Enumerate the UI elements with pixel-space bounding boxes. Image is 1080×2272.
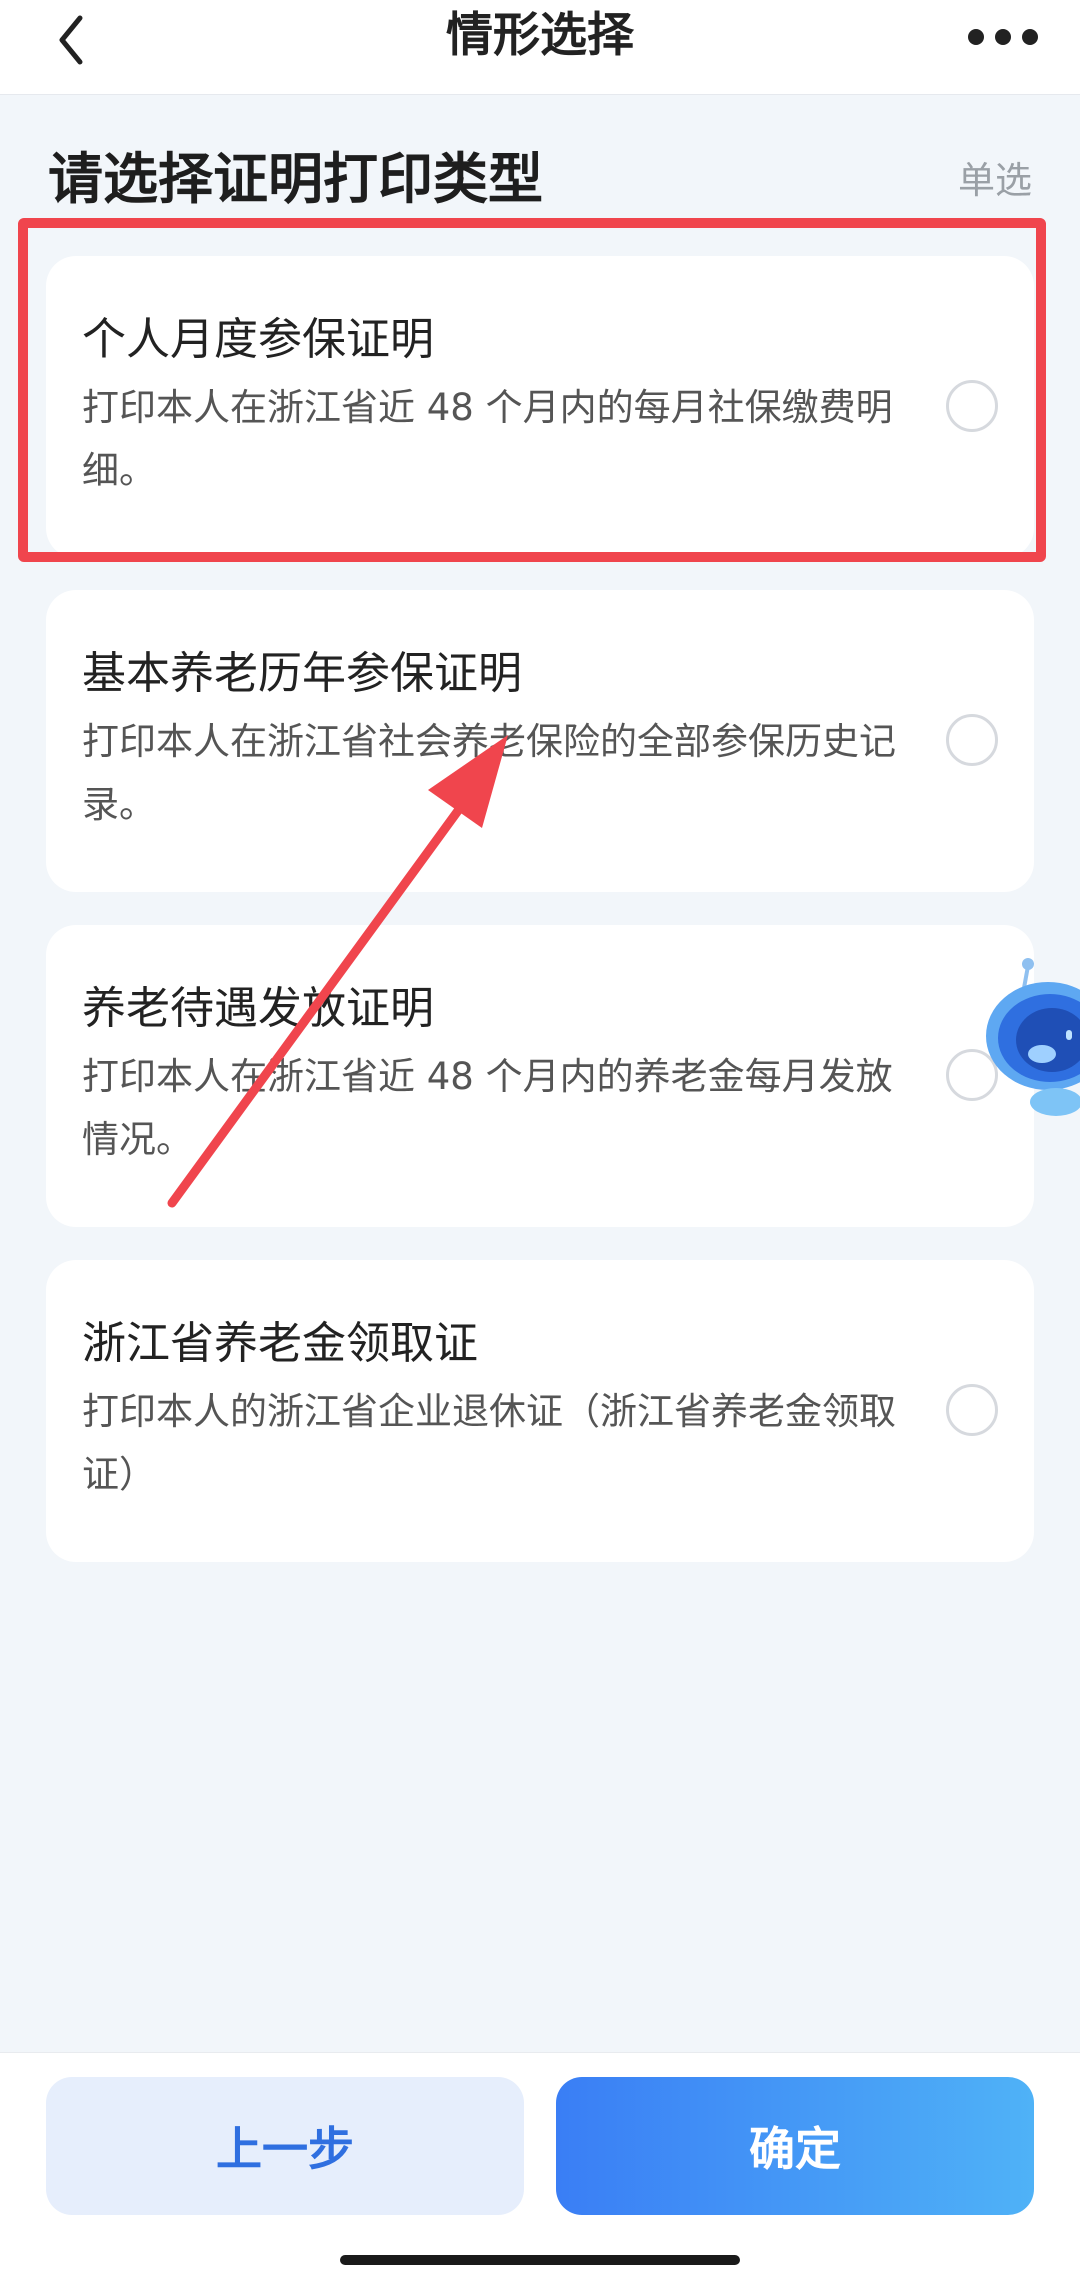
more-dots-icon[interactable]	[966, 22, 1040, 52]
top-nav-bar: 情形选择	[0, 0, 1080, 95]
home-indicator	[340, 2255, 740, 2265]
radio-button[interactable]	[946, 380, 998, 432]
option-title: 浙江省养老金领取证	[82, 1318, 478, 1369]
selection-mode-label: 单选	[958, 159, 1032, 202]
radio-button[interactable]	[946, 1384, 998, 1436]
option-description: 打印本人在浙江省社会养老保险的全部参保历史记录。	[82, 720, 896, 826]
option-description: 打印本人的浙江省企业退休证（浙江省养老金领取证）	[82, 1390, 896, 1496]
option-title: 个人月度参保证明	[82, 314, 434, 365]
option-card-pension-history[interactable]: 基本养老历年参保证明 打印本人在浙江省社会养老保险的全部参保历史记录。	[46, 590, 1034, 892]
section-title: 请选择证明打印类型	[48, 147, 544, 211]
option-card-monthly-insurance[interactable]: 个人月度参保证明 打印本人在浙江省近 48 个月内的每月社保缴费明细。	[46, 256, 1034, 558]
option-card-pension-certificate[interactable]: 浙江省养老金领取证 打印本人的浙江省企业退休证（浙江省养老金领取证）	[46, 1260, 1034, 1562]
option-description: 打印本人在浙江省近 48 个月内的每月社保缴费明细。	[82, 386, 893, 492]
bottom-action-bar: 上一步 确定	[0, 2052, 1080, 2272]
confirm-button[interactable]: 确定	[556, 2077, 1034, 2215]
option-title: 养老待遇发放证明	[82, 983, 434, 1034]
radio-button[interactable]	[946, 714, 998, 766]
assistant-robot-icon[interactable]	[978, 956, 1080, 1126]
option-description: 打印本人在浙江省近 48 个月内的养老金每月发放情况。	[82, 1055, 893, 1161]
option-card-pension-payment[interactable]: 养老待遇发放证明 打印本人在浙江省近 48 个月内的养老金每月发放情况。	[46, 925, 1034, 1227]
page-title: 情形选择	[446, 8, 634, 63]
option-title: 基本养老历年参保证明	[82, 648, 522, 699]
previous-step-button[interactable]: 上一步	[46, 2077, 524, 2215]
